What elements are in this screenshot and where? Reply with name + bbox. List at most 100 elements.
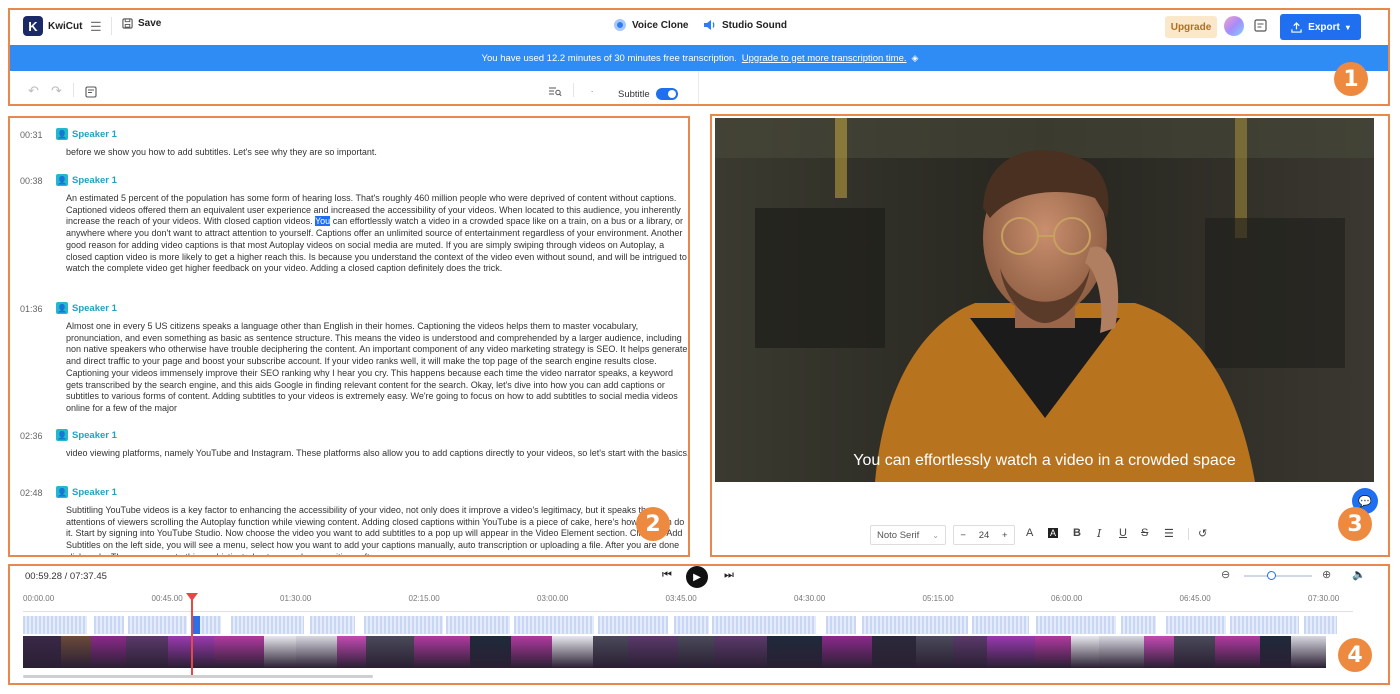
waveform-block [231, 616, 304, 634]
avatar[interactable] [1224, 16, 1244, 36]
person-icon: 👤 [56, 302, 68, 314]
italic-icon[interactable]: I [1097, 527, 1101, 540]
waveform-block [128, 616, 187, 634]
font-size-value[interactable]: 24 [979, 530, 990, 541]
diamond-icon: ◈ [911, 52, 919, 63]
film-frame [678, 636, 714, 668]
ruler-label: 00:00.00 [23, 594, 55, 603]
waveform-block [310, 616, 355, 634]
segment-text[interactable]: Almost one in every 5 US citizens speaks… [66, 321, 690, 415]
ruler-label: 03:00.00 [537, 594, 569, 603]
find-replace-icon[interactable] [548, 84, 562, 102]
font-size-stepper[interactable]: − 24 + [953, 525, 1015, 545]
font-family-select[interactable]: Noto Serif ⌄ [870, 525, 946, 545]
reset-icon[interactable]: ↺ [1198, 527, 1207, 540]
film-frame [264, 636, 296, 668]
line-spacing-icon[interactable]: ☰ [1164, 527, 1174, 540]
export-button[interactable]: Export ▾ [1280, 14, 1361, 40]
zoom-out-icon[interactable]: ⊖ [1221, 568, 1230, 581]
export-label: Export [1308, 21, 1340, 33]
segment-text[interactable]: before we show you how to add subtitles.… [66, 147, 690, 159]
volume-icon[interactable]: 🔈 [1352, 568, 1366, 581]
transcription-banner: You have used 12.2 minutes of 30 minutes… [10, 45, 1390, 71]
waveform-block [674, 616, 709, 634]
segment-text[interactable]: Subtitling YouTube videos is a key facto… [66, 505, 690, 556]
ruler-label: 03:45.00 [665, 594, 697, 603]
playhead[interactable] [191, 593, 193, 675]
speaker-tag[interactable]: 👤 Speaker 1 [56, 486, 117, 498]
waveform-block [23, 616, 87, 634]
speaker-tag[interactable]: 👤 Speaker 1 [56, 302, 117, 314]
video-track[interactable] [23, 636, 1326, 668]
upgrade-link[interactable]: Upgrade to get more transcription time. [742, 53, 907, 64]
ruler-label: 04:30.00 [794, 594, 826, 603]
film-frame [23, 636, 61, 668]
waveform-block [972, 616, 1029, 634]
person-icon: 👤 [56, 174, 68, 186]
dot-icon[interactable]: . [591, 85, 593, 94]
redo-icon[interactable]: ↷ [51, 83, 62, 99]
play-button[interactable]: ▶ [686, 566, 708, 588]
edit-doc-icon[interactable] [85, 85, 97, 103]
timeline-scrollbar[interactable] [23, 675, 373, 678]
subtitle-toggle[interactable] [656, 88, 678, 100]
zoom-in-icon[interactable]: ⊕ [1322, 568, 1331, 581]
callout-number-4: 4 [1338, 638, 1372, 672]
film-frame [714, 636, 767, 668]
film-frame [470, 636, 511, 668]
person-icon: 👤 [56, 486, 68, 498]
video-subtitle: You can effortlessly watch a video in a … [853, 452, 1236, 469]
waveform-block [1121, 616, 1156, 634]
speaker-name: Speaker 1 [72, 174, 117, 186]
menu-icon[interactable]: ☰ [90, 19, 102, 35]
film-frame [628, 636, 678, 668]
film-frame [511, 636, 552, 668]
strikethrough-icon[interactable]: S [1141, 527, 1148, 539]
highlighted-word[interactable]: You [314, 216, 331, 227]
previous-icon[interactable]: ⏮ [662, 569, 672, 582]
background-color-icon[interactable]: A [1048, 528, 1059, 538]
ruler-label: 00:45.00 [151, 594, 183, 603]
projects-icon[interactable] [1254, 19, 1267, 37]
zoom-knob[interactable] [1267, 571, 1277, 580]
waveform-block [862, 616, 968, 634]
segment-time: 00:31 [20, 130, 43, 140]
selected-word-marker [193, 616, 200, 634]
bold-icon[interactable]: B [1073, 527, 1081, 539]
film-frame [337, 636, 366, 668]
waveform-block [514, 616, 594, 634]
speaker-icon [704, 20, 715, 30]
ruler-label: 05:15.00 [922, 594, 954, 603]
app-name: KwiCut [48, 21, 83, 32]
font-color-icon[interactable]: A [1026, 527, 1033, 539]
person-icon: 👤 [56, 429, 68, 441]
timeline-panel: 00:59.28 / 07:37.45 ⏮ ▶ ⏭ ⊖ ⊕ 🔈 00:00.00… [10, 566, 1390, 684]
film-frame [593, 636, 628, 668]
studio-sound-button[interactable]: Studio Sound [703, 19, 787, 31]
speaker-tag[interactable]: 👤 Speaker 1 [56, 429, 117, 441]
time-readout: 00:59.28 / 07:37.45 [25, 571, 107, 582]
save-button[interactable]: Save [122, 18, 161, 29]
waveform-track[interactable] [23, 616, 1338, 634]
segment-text[interactable]: An estimated 5 percent of the population… [66, 193, 690, 275]
video-preview[interactable]: You can effortlessly watch a video in a … [715, 118, 1374, 482]
film-frame [1215, 636, 1260, 668]
plus-icon[interactable]: + [1002, 530, 1008, 541]
zoom-slider[interactable] [1244, 571, 1312, 580]
playhead-handle[interactable] [186, 593, 198, 601]
underline-icon[interactable]: U [1119, 527, 1127, 539]
next-icon[interactable]: ⏭ [724, 569, 734, 582]
voice-clone-button[interactable]: Voice Clone [614, 19, 689, 31]
speaker-tag[interactable]: 👤 Speaker 1 [56, 128, 117, 140]
total-time: 07:37.45 [69, 571, 107, 582]
minus-icon[interactable]: − [960, 530, 966, 541]
upload-icon [1291, 21, 1302, 33]
film-frame [767, 636, 822, 668]
speaker-tag[interactable]: 👤 Speaker 1 [56, 174, 117, 186]
film-frame [366, 636, 414, 668]
upgrade-button[interactable]: Upgrade [1165, 16, 1217, 38]
undo-icon[interactable]: ↶ [28, 83, 39, 99]
save-icon [122, 18, 133, 29]
segment-text[interactable]: video viewing platforms, namely YouTube … [66, 448, 690, 460]
callout-number-3: 3 [1338, 507, 1372, 541]
